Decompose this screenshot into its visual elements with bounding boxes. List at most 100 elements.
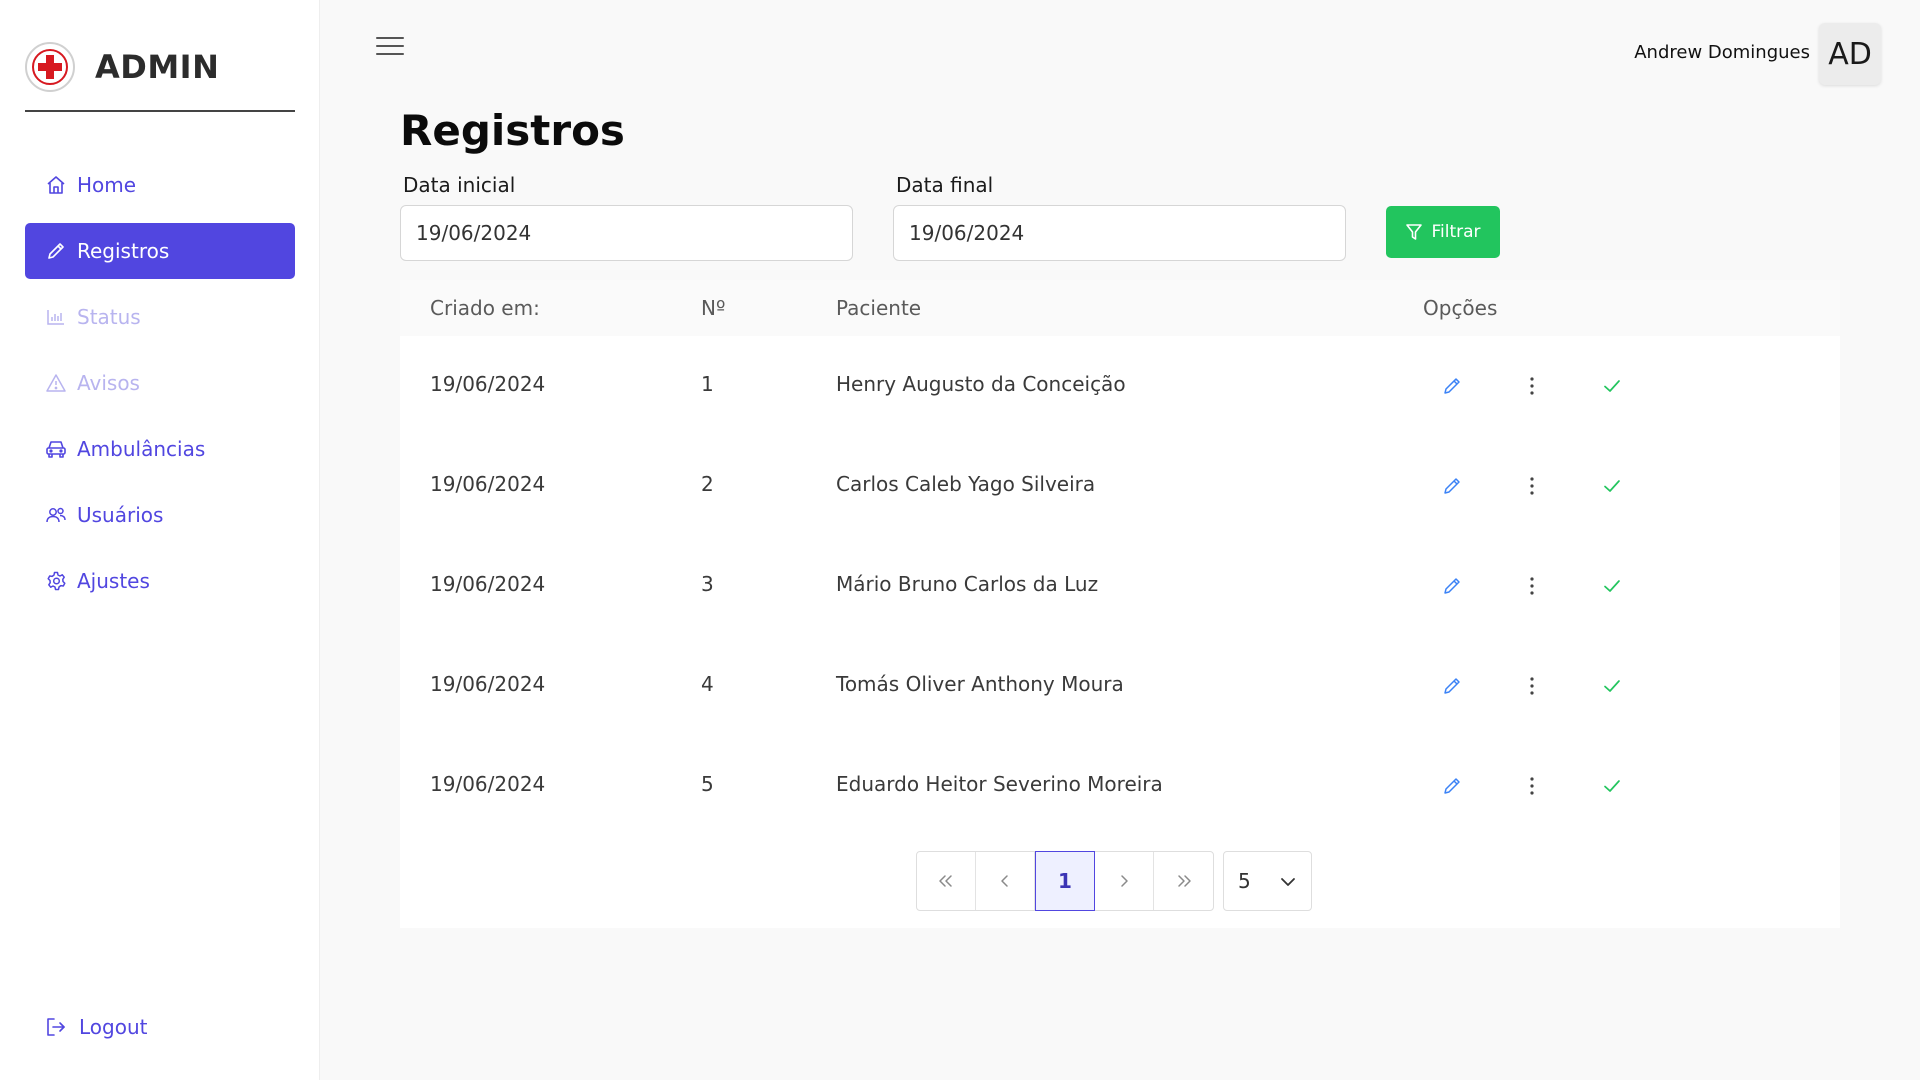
- pencil-icon: [1444, 778, 1460, 794]
- brand[interactable]: ADMIN: [25, 42, 219, 92]
- last-page-button[interactable]: [1154, 852, 1213, 910]
- more-options-button[interactable]: [1512, 566, 1552, 606]
- filter-icon: [1405, 223, 1423, 241]
- end-date-label: Data final: [896, 173, 994, 197]
- cell-created: 19/06/2024: [430, 472, 546, 496]
- kebab-menu-icon: [1530, 377, 1534, 395]
- check-icon: [1604, 380, 1620, 392]
- edit-button[interactable]: [1432, 666, 1472, 706]
- table-row: 19/06/2024 4 Tomás Oliver Anthony Moura: [400, 636, 1840, 736]
- page-size-select[interactable]: 5: [1223, 851, 1312, 911]
- edit-button[interactable]: [1432, 766, 1472, 806]
- more-options-button[interactable]: [1512, 366, 1552, 406]
- cell-number: 4: [701, 672, 714, 696]
- cell-patient: Tomás Oliver Anthony Moura: [836, 672, 1124, 696]
- confirm-button[interactable]: [1592, 366, 1632, 406]
- confirm-button[interactable]: [1592, 466, 1632, 506]
- next-page-button[interactable]: [1095, 852, 1154, 910]
- red-cross-icon: [25, 42, 75, 92]
- menu-line: [376, 37, 404, 39]
- sidebar-item-usuarios[interactable]: Usuários: [25, 487, 295, 543]
- table-row: 19/06/2024 5 Eduardo Heitor Severino Mor…: [400, 736, 1840, 836]
- sidebar-item-home[interactable]: Home: [25, 157, 295, 213]
- edit-button[interactable]: [1432, 366, 1472, 406]
- car-icon: [45, 438, 67, 460]
- brand-title: ADMIN: [95, 48, 220, 86]
- bar-chart-icon: [45, 306, 67, 328]
- column-header-patient: Paciente: [836, 296, 922, 320]
- end-date-input[interactable]: [893, 205, 1346, 261]
- more-options-button[interactable]: [1512, 766, 1552, 806]
- cell-created: 19/06/2024: [430, 372, 546, 396]
- previous-page-button[interactable]: [976, 852, 1035, 910]
- chevron-left-icon: [1001, 875, 1008, 887]
- column-header-created: Criado em:: [430, 296, 540, 320]
- sidebar-item-avisos[interactable]: Avisos: [25, 355, 295, 411]
- sidebar-item-registros[interactable]: Registros: [25, 223, 295, 279]
- sidebar-item-status[interactable]: Status: [25, 289, 295, 345]
- user-name[interactable]: Andrew Domingues: [1634, 42, 1810, 63]
- confirm-button[interactable]: [1592, 566, 1632, 606]
- home-icon: [45, 174, 67, 196]
- check-icon: [1604, 480, 1620, 492]
- edit-button[interactable]: [1432, 466, 1472, 506]
- logout-button[interactable]: Logout: [25, 999, 295, 1055]
- logout-icon: [45, 1015, 69, 1039]
- users-icon: [45, 504, 67, 526]
- sidebar-item-label: Ajustes: [77, 569, 150, 593]
- cell-number: 5: [701, 772, 714, 796]
- pencil-icon: [1444, 378, 1460, 394]
- pencil-icon: [1444, 578, 1460, 594]
- sidebar-item-ajustes[interactable]: Ajustes: [25, 553, 295, 609]
- sidebar-item-label: Usuários: [77, 503, 164, 527]
- sidebar-item-label: Status: [77, 305, 141, 329]
- logout-label: Logout: [79, 1015, 148, 1039]
- table-row: 19/06/2024 1 Henry Augusto da Conceição: [400, 336, 1840, 436]
- chevron-down-icon: [1279, 872, 1297, 896]
- cell-number: 3: [701, 572, 714, 596]
- cell-patient: Eduardo Heitor Severino Moreira: [836, 772, 1163, 796]
- page-size-value: 5: [1238, 869, 1251, 893]
- pencil-icon: [45, 240, 67, 262]
- start-date-input[interactable]: [400, 205, 853, 261]
- avatar[interactable]: AD: [1819, 23, 1881, 85]
- sidebar-item-label: Ambulâncias: [77, 437, 206, 461]
- column-header-options: Opções: [1423, 296, 1498, 320]
- cell-patient: Carlos Caleb Yago Silveira: [836, 472, 1096, 496]
- double-chevron-right-icon: [1177, 875, 1191, 887]
- edit-button[interactable]: [1432, 566, 1472, 606]
- cell-number: 1: [701, 372, 714, 396]
- pagination: 1: [916, 851, 1214, 911]
- sidebar: ADMIN Home Registros Status Avisos Ambul…: [0, 0, 320, 1080]
- cell-number: 2: [701, 472, 714, 496]
- check-icon: [1604, 680, 1620, 692]
- cell-created: 19/06/2024: [430, 672, 546, 696]
- sidebar-item-label: Registros: [77, 239, 170, 263]
- sidebar-nav: Home Registros Status Avisos Ambulâncias…: [25, 157, 295, 619]
- check-icon: [1604, 780, 1620, 792]
- sidebar-item-ambulancias[interactable]: Ambulâncias: [25, 421, 295, 477]
- table-header: Criado em: Nº Paciente Opções: [400, 280, 1840, 336]
- double-chevron-left-icon: [939, 875, 952, 887]
- confirm-button[interactable]: [1592, 666, 1632, 706]
- cell-created: 19/06/2024: [430, 772, 546, 796]
- kebab-menu-icon: [1530, 477, 1534, 495]
- brand-divider: [25, 110, 295, 112]
- chevron-right-icon: [1121, 875, 1128, 887]
- sidebar-item-label: Home: [77, 173, 137, 197]
- first-page-button[interactable]: [917, 852, 976, 910]
- menu-line: [376, 45, 404, 47]
- page-button-current[interactable]: 1: [1035, 851, 1095, 911]
- kebab-menu-icon: [1530, 577, 1534, 595]
- pencil-icon: [1444, 678, 1460, 694]
- kebab-menu-icon: [1530, 777, 1534, 795]
- more-options-button[interactable]: [1512, 666, 1552, 706]
- menu-line: [376, 53, 404, 55]
- menu-toggle-icon[interactable]: [376, 34, 404, 58]
- check-icon: [1604, 580, 1620, 592]
- more-options-button[interactable]: [1512, 466, 1552, 506]
- filter-button[interactable]: Filtrar: [1386, 206, 1500, 258]
- cell-created: 19/06/2024: [430, 572, 546, 596]
- records-table: Criado em: Nº Paciente Opções 19/06/2024…: [400, 280, 1840, 928]
- confirm-button[interactable]: [1592, 766, 1632, 806]
